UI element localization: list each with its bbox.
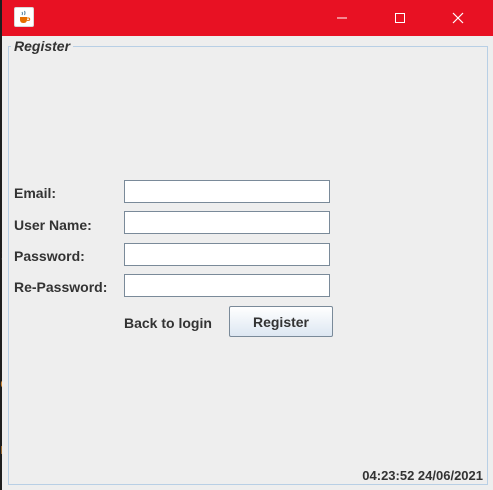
minimize-icon [337,17,347,19]
maximize-icon [395,13,405,23]
repassword-label: Re-Password: [14,279,108,295]
register-button[interactable]: Register [229,306,333,337]
panel-title: Register [11,38,74,54]
password-label: Password: [14,248,85,264]
java-cup-icon [14,7,34,27]
close-icon [452,12,464,24]
close-button[interactable] [435,0,481,36]
maximize-button[interactable] [377,0,423,36]
username-label: User Name: [14,217,92,233]
password-field[interactable] [124,243,330,266]
back-to-login-link[interactable]: Back to login [124,315,212,331]
email-field[interactable] [124,180,330,203]
email-label: Email: [14,185,57,201]
repassword-field[interactable] [124,274,330,297]
title-bar[interactable] [2,0,493,36]
status-clock: 04:23:52 24/06/2021 [362,468,483,483]
username-field[interactable] [124,211,330,234]
register-window: Register Email: User Name: Password: Re-… [2,0,493,490]
minimize-button[interactable] [319,0,365,36]
